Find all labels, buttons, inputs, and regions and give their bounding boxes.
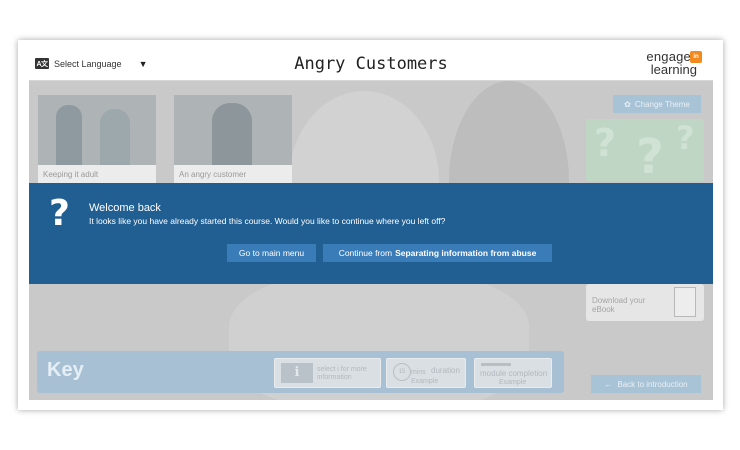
key-info-item: i select i for more information <box>274 358 381 388</box>
question-mark-icon: ? <box>636 129 664 181</box>
continue-prefix: Continue from <box>338 248 393 258</box>
course-viewport: A文 Select Language ▼ Angry Customers eng… <box>29 48 713 400</box>
continue-button[interactable]: Continue from Separating information fro… <box>323 244 552 262</box>
key-title: Key <box>47 359 84 381</box>
key-info-text: select i for more information <box>317 366 367 381</box>
clock-icon: 15 <box>393 363 411 381</box>
question-mark-icon: ? <box>594 121 617 165</box>
dialog-title: Welcome back <box>89 202 161 214</box>
back-to-introduction-button[interactable]: ← Back to introduction <box>591 375 701 393</box>
key-completion-item: module completion Example <box>474 358 552 388</box>
change-theme-button[interactable]: ✿ Change Theme <box>613 95 701 113</box>
progress-bar-icon <box>481 363 511 366</box>
logo-text-learning: learning <box>650 62 697 77</box>
key-duration-item: 15 mins duration Example <box>386 358 466 388</box>
key-completion-sub: Example <box>499 379 527 386</box>
ebook-label: Download your eBook <box>592 296 646 314</box>
module-tile-keeping-it-adult[interactable]: Keeping it adult <box>38 95 156 190</box>
module-thumbnail <box>174 95 292 165</box>
module-tile-an-angry-customer[interactable]: An angry customer <box>174 95 292 190</box>
go-to-main-menu-button[interactable]: Go to main menu <box>227 244 316 262</box>
app-frame: A文 Select Language ▼ Angry Customers eng… <box>18 40 723 410</box>
palette-icon: ✿ <box>624 99 631 109</box>
dialog-message: It looks like you have already started t… <box>89 216 446 226</box>
pdf-download-icon <box>674 287 696 317</box>
key-completion-label: module completion <box>480 369 548 378</box>
welcome-back-dialog: ? Welcome back It looks like you have al… <box>29 183 713 284</box>
back-label: Back to introduction <box>617 379 688 389</box>
key-duration-sub: Example <box>411 378 439 385</box>
arrow-left-icon: ← <box>604 379 613 389</box>
course-title: Angry Customers <box>294 54 448 74</box>
header-bar: A文 Select Language ▼ Angry Customers eng… <box>29 48 713 81</box>
key-duration-unit: mins <box>411 369 426 376</box>
engage-learning-logo: engage in learning <box>635 49 705 79</box>
theme-card[interactable]: ? ? ? <box>586 119 704 181</box>
continue-target: Separating information from abuse <box>395 248 537 258</box>
info-icon: i <box>281 363 313 383</box>
module-thumbnail <box>38 95 156 165</box>
question-mark-icon: ? <box>676 119 695 157</box>
question-mark-icon: ? <box>49 193 70 234</box>
key-legend: Key i select i for more information 15 m… <box>37 351 564 393</box>
ebook-download-card[interactable]: Download your eBook <box>586 284 704 321</box>
key-duration-label: duration <box>431 366 460 375</box>
change-theme-label: Change Theme <box>634 99 690 109</box>
